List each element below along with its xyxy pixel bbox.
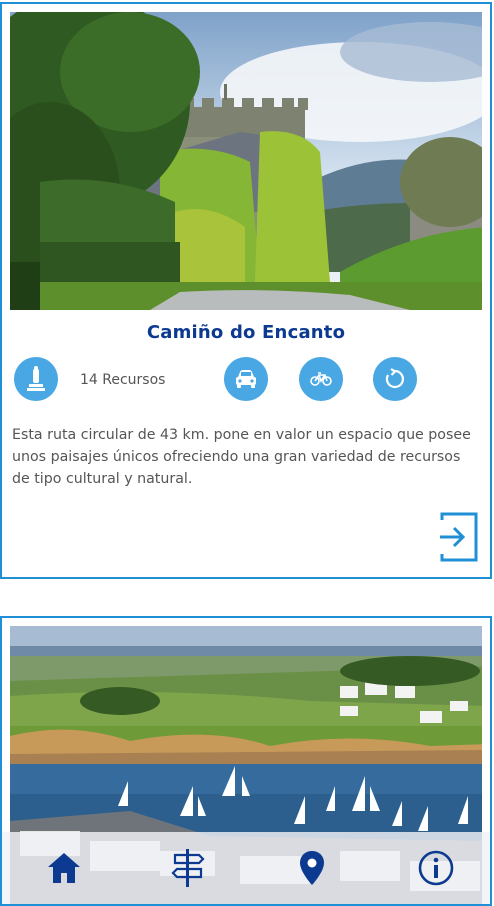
bicycle-icon xyxy=(299,357,343,401)
route-title[interactable]: Camiño do Encanto xyxy=(2,322,490,343)
bottom-navigation xyxy=(2,832,490,904)
monument-icon xyxy=(14,357,58,401)
route-card[interactable] xyxy=(0,616,492,906)
circular-route-icon xyxy=(373,357,417,401)
enter-icon[interactable] xyxy=(438,512,478,562)
home-icon[interactable] xyxy=(42,846,86,890)
map-pin-icon[interactable] xyxy=(290,846,334,890)
car-icon xyxy=(224,357,268,401)
resources-count: 14 Recursos xyxy=(80,372,166,388)
route-description: Esta ruta circular de 43 km. pone en val… xyxy=(12,427,471,487)
route-card[interactable]: Camiño do Encanto 14 Recursos Esta ruta … xyxy=(0,2,492,579)
info-icon[interactable] xyxy=(414,846,458,890)
signpost-icon[interactable] xyxy=(166,846,210,890)
route-photo-castle xyxy=(10,12,482,310)
